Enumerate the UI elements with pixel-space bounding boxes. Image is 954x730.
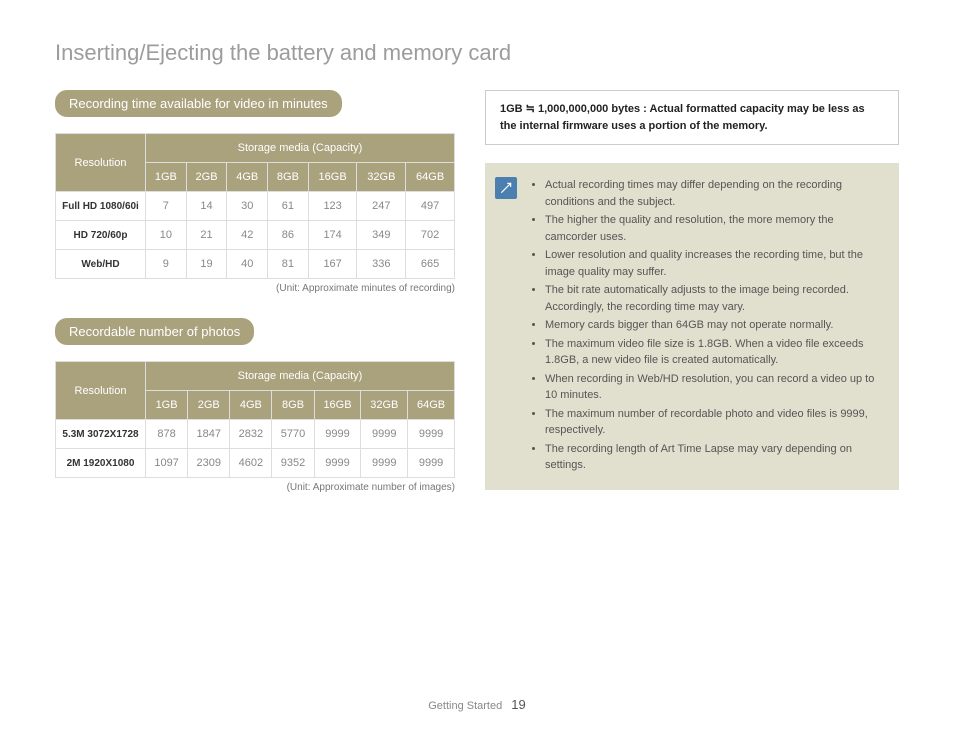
photo-count-table: Resolution Storage media (Capacity) 1GB2… xyxy=(55,361,455,478)
col-header: 8GB xyxy=(268,163,309,192)
col-header: 8GB xyxy=(272,391,314,420)
data-cell: 123 xyxy=(308,192,357,221)
th-capacity: Storage media (Capacity) xyxy=(146,362,455,391)
data-cell: 9 xyxy=(146,250,187,279)
page-footer: Getting Started 19 xyxy=(0,697,954,712)
footer-section: Getting Started xyxy=(428,700,502,712)
col-header: 1GB xyxy=(146,391,188,420)
data-cell: 878 xyxy=(146,420,188,449)
right-column: 1GB ≒ 1,000,000,000 bytes : Actual forma… xyxy=(485,90,899,517)
note-item: When recording in Web/HD resolution, you… xyxy=(545,371,885,404)
data-cell: 174 xyxy=(308,221,357,250)
data-cell: 2309 xyxy=(188,449,230,478)
data-cell: 336 xyxy=(357,250,406,279)
data-cell: 9352 xyxy=(272,449,314,478)
table-row: Full HD 1080/60i7143061123247497 xyxy=(56,192,455,221)
data-cell: 19 xyxy=(186,250,227,279)
col-header: 64GB xyxy=(406,163,455,192)
note-item: The bit rate automatically adjusts to th… xyxy=(545,282,885,315)
data-cell: 9999 xyxy=(408,449,455,478)
table-row: Web/HD9194081167336665 xyxy=(56,250,455,279)
data-cell: 40 xyxy=(227,250,268,279)
row-label: HD 720/60p xyxy=(56,221,146,250)
video-time-table: Resolution Storage media (Capacity) 1GB2… xyxy=(55,133,455,279)
page-title: Inserting/Ejecting the battery and memor… xyxy=(55,40,899,66)
data-cell: 9999 xyxy=(314,449,361,478)
data-cell: 9999 xyxy=(314,420,361,449)
th-resolution: Resolution xyxy=(56,362,146,420)
data-cell: 21 xyxy=(186,221,227,250)
row-label: Full HD 1080/60i xyxy=(56,192,146,221)
col-header: 64GB xyxy=(408,391,455,420)
note-item: The maximum number of recordable photo a… xyxy=(545,406,885,439)
data-cell: 86 xyxy=(268,221,309,250)
data-cell: 4602 xyxy=(230,449,272,478)
note-item: Lower resolution and quality increases t… xyxy=(545,247,885,280)
data-cell: 9999 xyxy=(361,449,408,478)
col-header: 16GB xyxy=(314,391,361,420)
data-cell: 1847 xyxy=(188,420,230,449)
note-box: Actual recording times may differ depend… xyxy=(485,163,899,490)
section1-heading: Recording time available for video in mi… xyxy=(55,90,342,117)
note-item: Actual recording times may differ depend… xyxy=(545,177,885,210)
col-header: 32GB xyxy=(357,163,406,192)
note-item: The maximum video file size is 1.8GB. Wh… xyxy=(545,336,885,369)
col-header: 16GB xyxy=(308,163,357,192)
data-cell: 81 xyxy=(268,250,309,279)
data-cell: 497 xyxy=(406,192,455,221)
row-label: 2M 1920X1080 xyxy=(56,449,146,478)
data-cell: 5770 xyxy=(272,420,314,449)
note-item: The higher the quality and resolution, t… xyxy=(545,212,885,245)
table-row: HD 720/60p10214286174349702 xyxy=(56,221,455,250)
data-cell: 2832 xyxy=(230,420,272,449)
data-cell: 10 xyxy=(146,221,187,250)
data-cell: 349 xyxy=(357,221,406,250)
notes-list: Actual recording times may differ depend… xyxy=(527,177,885,476)
col-header: 32GB xyxy=(361,391,408,420)
section1-unit: (Unit: Approximate minutes of recording) xyxy=(55,283,455,294)
data-cell: 7 xyxy=(146,192,187,221)
content-area: Recording time available for video in mi… xyxy=(55,90,899,517)
th-capacity: Storage media (Capacity) xyxy=(146,134,455,163)
data-cell: 665 xyxy=(406,250,455,279)
table-row: 5.3M 3072X172887818472832577099999999999… xyxy=(56,420,455,449)
section2-heading: Recordable number of photos xyxy=(55,318,254,345)
col-header: 1GB xyxy=(146,163,187,192)
page-number: 19 xyxy=(511,697,525,712)
row-label: Web/HD xyxy=(56,250,146,279)
data-cell: 167 xyxy=(308,250,357,279)
col-header: 4GB xyxy=(230,391,272,420)
col-header: 2GB xyxy=(188,391,230,420)
data-cell: 61 xyxy=(268,192,309,221)
data-cell: 9999 xyxy=(408,420,455,449)
data-cell: 247 xyxy=(357,192,406,221)
data-cell: 9999 xyxy=(361,420,408,449)
data-cell: 14 xyxy=(186,192,227,221)
note-icon xyxy=(495,177,517,199)
data-cell: 42 xyxy=(227,221,268,250)
col-header: 4GB xyxy=(227,163,268,192)
section2-unit: (Unit: Approximate number of images) xyxy=(55,482,455,493)
col-header: 2GB xyxy=(186,163,227,192)
table-row: 2M 1920X10801097230946029352999999999999 xyxy=(56,449,455,478)
note-item: Memory cards bigger than 64GB may not op… xyxy=(545,317,885,334)
data-cell: 702 xyxy=(406,221,455,250)
th-resolution: Resolution xyxy=(56,134,146,192)
note-item: The recording length of Art Time Lapse m… xyxy=(545,441,885,474)
left-column: Recording time available for video in mi… xyxy=(55,90,455,517)
info-box: 1GB ≒ 1,000,000,000 bytes : Actual forma… xyxy=(485,90,899,145)
data-cell: 30 xyxy=(227,192,268,221)
data-cell: 1097 xyxy=(146,449,188,478)
row-label: 5.3M 3072X1728 xyxy=(56,420,146,449)
